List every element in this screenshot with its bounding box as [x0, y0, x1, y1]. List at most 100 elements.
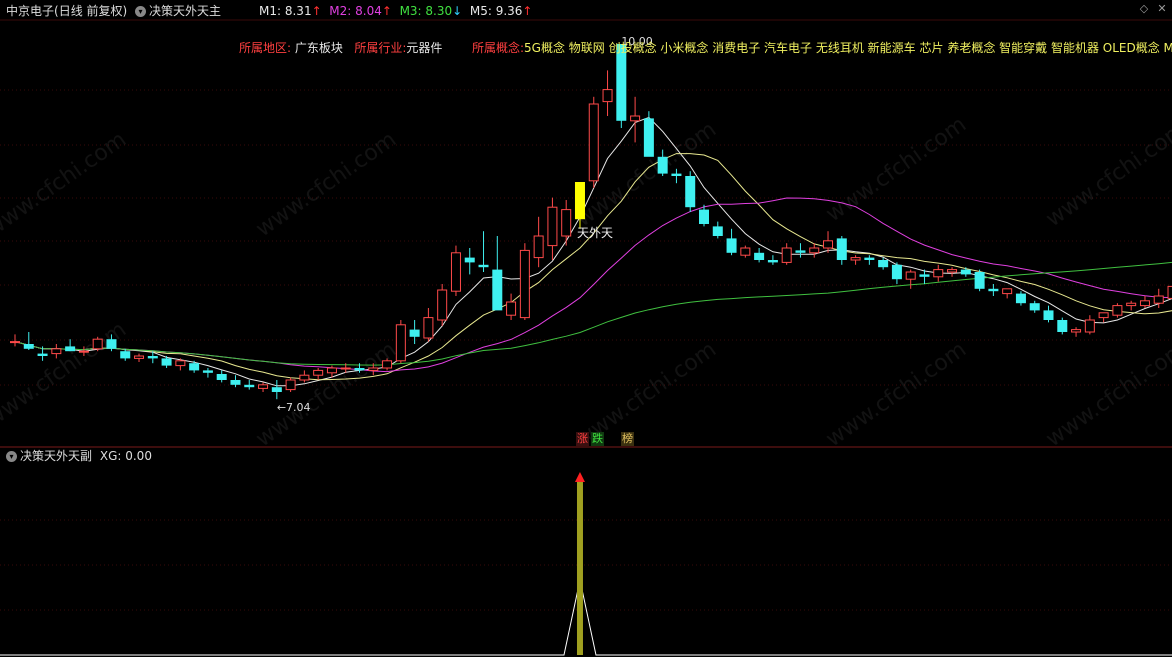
- candle-body: [65, 346, 76, 352]
- xg-value: 0.00: [125, 449, 152, 463]
- watermark-text: www.cfchi.com: [822, 112, 971, 227]
- candle-body: [643, 118, 654, 157]
- xg-signal-bar: [576, 480, 583, 655]
- candle-body: [919, 274, 930, 277]
- candle-body: [299, 374, 310, 381]
- tag-rank[interactable]: 榜: [621, 432, 634, 446]
- tag-up[interactable]: 涨: [576, 432, 589, 446]
- close-icon[interactable]: ✕: [1155, 2, 1169, 16]
- candle-body: [51, 348, 62, 355]
- candle-body: [933, 269, 944, 278]
- candle-body: [395, 324, 406, 362]
- candle-body: [492, 269, 503, 311]
- candle-body: [767, 260, 778, 263]
- candle-body: [533, 235, 544, 259]
- candle-body: [175, 360, 186, 367]
- candle-body: [285, 379, 296, 391]
- candle-body: [37, 353, 48, 356]
- candle-body: [464, 257, 475, 263]
- chart-canvas: www.cfchi.com www.cfchi.com www.cfchi.com w…: [0, 19, 1172, 656]
- candle-body: [1153, 295, 1164, 304]
- candle-body: [1057, 320, 1068, 332]
- candle-body: [437, 289, 448, 321]
- candle-body: [836, 238, 847, 260]
- concept-value: 5G概念 物联网 创投概念 小米概念 消费电子 汽车电子 无线耳机 新能源车 芯…: [524, 41, 1172, 55]
- candle-body: [602, 89, 613, 103]
- main-indicator-name[interactable]: 决策天外天主: [149, 4, 221, 18]
- candle-body: [1043, 310, 1054, 320]
- industry-value: 元器件: [406, 41, 443, 55]
- watermark-text: www.cfchi.com: [0, 317, 131, 432]
- ma2-readout: M2: 8.04↑: [329, 4, 392, 18]
- watermark-text: www.cfchi.com: [252, 337, 401, 452]
- sub-panel-header: ▾ 决策天外天副 XG: 0.00: [6, 448, 152, 464]
- candle-body: [657, 156, 668, 174]
- region-value: 广东板块: [294, 41, 343, 55]
- dropdown-icon[interactable]: ▾: [135, 6, 147, 17]
- xg-signal-arrow: [574, 472, 585, 482]
- candle-body: [216, 374, 227, 380]
- candle-body: [1002, 288, 1013, 295]
- candle-body: [409, 329, 420, 337]
- candle-body: [423, 317, 434, 339]
- tag-down[interactable]: 跌: [591, 432, 604, 446]
- candle-body: [947, 269, 958, 273]
- candle-body: [974, 272, 985, 289]
- candle-body: [960, 269, 971, 275]
- period-label[interactable]: (日线 前复权): [54, 4, 127, 18]
- candle-body: [1112, 305, 1123, 316]
- candle-body: [271, 387, 282, 392]
- candle-body: [850, 257, 861, 261]
- candle-body: [891, 264, 902, 280]
- candle-body: [78, 350, 89, 353]
- candle-body: [561, 209, 572, 237]
- candle-body: [189, 363, 200, 371]
- candle-body: [478, 264, 489, 268]
- candle-body: [519, 249, 530, 319]
- ma3-readout: M3: 8.30↓: [399, 4, 463, 18]
- candle-body: [23, 344, 34, 349]
- region-label: 所属地区:: [239, 41, 292, 55]
- candle-body: [326, 367, 337, 374]
- signal-label: 天外天: [577, 226, 613, 240]
- sub-indicator-name[interactable]: 决策天外天副: [20, 449, 92, 463]
- candle-body: [382, 360, 393, 369]
- candle-body: [1126, 302, 1137, 307]
- candle-body: [781, 247, 792, 263]
- candle-body: [574, 182, 585, 220]
- candle-body: [120, 351, 131, 359]
- candle-body: [685, 176, 696, 208]
- candle-body: [699, 209, 709, 224]
- candle-body: [726, 238, 737, 253]
- candle-body: [878, 260, 889, 268]
- candle-body: [92, 338, 103, 350]
- candle-body: [905, 271, 916, 280]
- candle-body: [988, 288, 999, 292]
- candle-body: [1139, 300, 1150, 307]
- watermark-text: www.cfchi.com: [1042, 337, 1172, 452]
- candle-body: [202, 370, 213, 373]
- candle-body: [754, 252, 765, 260]
- candle-body: [506, 301, 517, 316]
- industry-label: 所属行业:: [354, 41, 407, 55]
- chart-header: 中京电子(日线 前复权) ▾ 决策天外天主: [6, 3, 221, 19]
- candle-body: [671, 173, 682, 176]
- xg-line: [0, 579, 1172, 656]
- watermark-text: www.cfchi.com: [1042, 117, 1172, 232]
- candle-body: [1084, 319, 1095, 333]
- candle-body: [313, 369, 324, 376]
- stock-name[interactable]: 中京电子: [6, 4, 54, 18]
- sub-indicator-panel: [0, 472, 1172, 656]
- candle-body: [1098, 312, 1109, 319]
- candle-body: [1029, 303, 1040, 311]
- candle-body: [134, 355, 145, 359]
- ma5-line: [14, 261, 1172, 366]
- ma-readout: M1: 8.31↑ M2: 8.04↑ M3: 8.30↓ M5: 9.36↑: [259, 3, 532, 19]
- low-price-label: ←7.04: [277, 401, 311, 414]
- candle-body: [230, 380, 241, 385]
- candle-body: [712, 226, 723, 236]
- settings-icon[interactable]: ◇: [1137, 2, 1151, 16]
- watermark-text: www.cfchi.com: [252, 127, 401, 242]
- candle-body: [809, 247, 820, 254]
- dropdown-icon[interactable]: ▾: [6, 451, 17, 462]
